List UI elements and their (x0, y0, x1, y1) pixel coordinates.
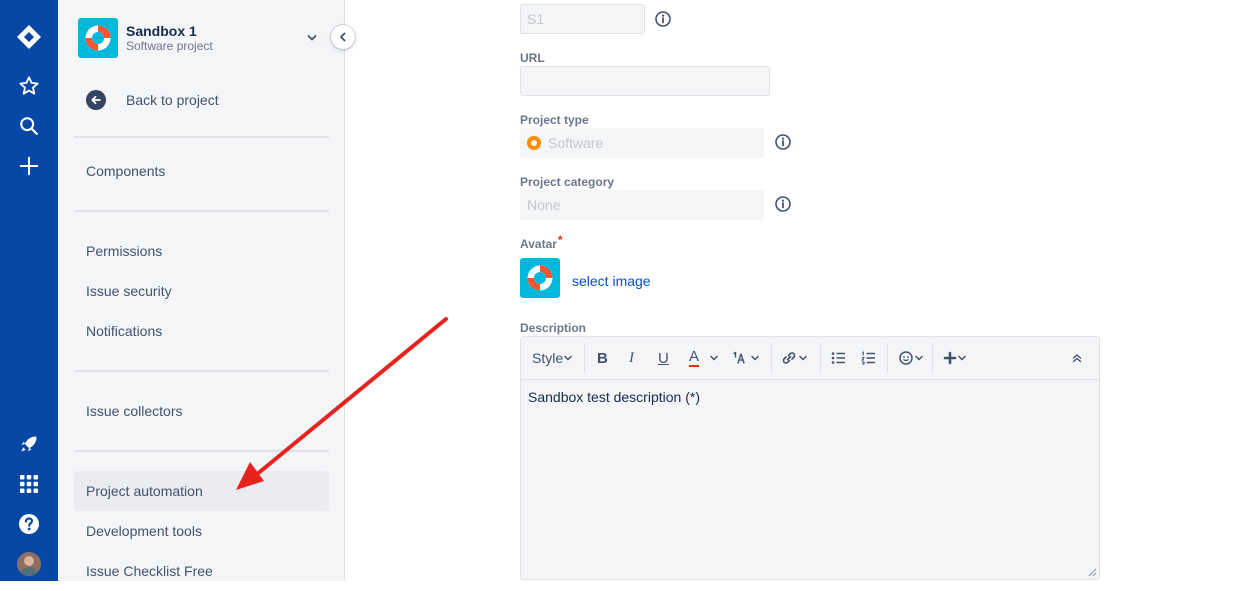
back-to-project-label: Back to project (126, 92, 219, 108)
resize-handle-icon[interactable] (1087, 567, 1097, 577)
emoji-icon (899, 351, 913, 365)
info-icon[interactable] (775, 134, 791, 150)
description-editor: Style B I U A Sandbox test description (… (520, 336, 1100, 580)
sidebar-item-label: Issue security (86, 283, 172, 299)
star-icon[interactable] (9, 66, 49, 106)
chevron-down-icon (304, 30, 320, 51)
sidebar-item-issue-security[interactable]: Issue security (74, 271, 329, 311)
project-category-select[interactable]: None (520, 190, 764, 220)
bullet-list-icon (831, 352, 845, 364)
description-label: Description (520, 321, 587, 335)
global-navigation (0, 0, 58, 581)
sidebar-item-label: Components (86, 163, 166, 179)
arrow-left-icon (86, 90, 106, 110)
url-label: URL (520, 51, 545, 65)
numbered-list-icon (861, 351, 875, 365)
app-switcher-icon[interactable] (9, 464, 49, 504)
chevron-down-icon (564, 355, 572, 361)
italic-button[interactable]: I (629, 347, 634, 369)
toolbar-divider (584, 343, 585, 373)
search-icon[interactable] (9, 106, 49, 146)
chevron-down-icon (710, 355, 718, 361)
chevron-left-icon (340, 32, 346, 42)
text-color-glyph: A (689, 348, 700, 367)
project-switcher[interactable]: Sandbox 1 Software project (78, 18, 318, 58)
avatar-image (17, 552, 41, 576)
sidebar-item-notifications[interactable]: Notifications (74, 311, 329, 351)
link-button[interactable] (780, 347, 808, 369)
sidebar-item-label: Project automation (86, 483, 203, 499)
plus-icon (943, 351, 957, 365)
chevron-double-up-icon (1072, 354, 1082, 363)
chevron-down-icon (751, 355, 759, 361)
project-type-field[interactable]: Software (520, 128, 764, 158)
project-category-label: Project category (520, 175, 615, 189)
project-type-value: Software (548, 135, 604, 151)
numbered-list-button[interactable] (861, 347, 877, 369)
toolbar-divider (887, 343, 888, 373)
description-text[interactable]: Sandbox test description (*) (528, 389, 700, 405)
back-to-project-link[interactable]: Back to project (86, 88, 219, 112)
project-type-label: Project type (520, 113, 589, 127)
project-sidebar: Sandbox 1 Software project Back to proje… (58, 0, 345, 581)
chevron-down-icon (915, 355, 923, 361)
software-project-icon (527, 136, 541, 150)
more-formatting-button[interactable] (732, 347, 760, 369)
help-icon[interactable] (9, 504, 49, 544)
info-icon[interactable] (655, 11, 671, 27)
collapse-toolbar-button[interactable] (1071, 347, 1083, 369)
rocket-icon[interactable] (9, 424, 49, 464)
text-formatting-icon (733, 351, 745, 364)
bold-button[interactable]: B (597, 347, 608, 369)
create-plus-icon[interactable] (9, 146, 49, 186)
project-category-value: None (527, 197, 561, 213)
project-key-input[interactable] (520, 4, 645, 34)
toolbar-divider (820, 343, 821, 373)
sidebar-item-label: Permissions (86, 243, 163, 259)
url-input[interactable] (520, 66, 770, 96)
sidebar-item-permissions[interactable]: Permissions (74, 231, 329, 271)
sidebar-item-issue-checklist-free[interactable]: Issue Checklist Free (74, 551, 329, 591)
avatar-label: Avatar* (520, 233, 563, 251)
chevron-down-icon (799, 355, 807, 361)
divider (74, 136, 329, 138)
sidebar-item-issue-collectors[interactable]: Issue collectors (74, 391, 329, 431)
required-indicator: * (557, 233, 563, 247)
text-style-label: Style (532, 350, 564, 366)
bullet-list-button[interactable] (831, 347, 847, 369)
jira-logo-icon[interactable] (9, 17, 49, 57)
project-name: Sandbox 1 (126, 23, 197, 39)
avatar-label-text: Avatar (520, 237, 557, 251)
divider (74, 450, 329, 452)
sidebar-item-label: Notifications (86, 323, 163, 339)
emoji-button[interactable] (898, 347, 924, 369)
text-style-dropdown[interactable]: Style (532, 347, 573, 369)
toolbar-divider (932, 343, 933, 373)
editor-toolbar: Style B I U A (521, 337, 1099, 380)
project-type: Software project (126, 39, 213, 53)
collapse-sidebar-button[interactable] (331, 25, 355, 49)
info-icon[interactable] (775, 196, 791, 212)
toolbar-divider (771, 343, 772, 373)
sidebar-item-label: Development tools (86, 523, 202, 539)
project-details-form: URL Project type Software Project catego… (345, 0, 1249, 581)
underline-button[interactable]: U (658, 347, 669, 369)
divider (74, 370, 329, 372)
sidebar-item-label: Issue collectors (86, 403, 183, 419)
select-image-link[interactable]: select image (572, 273, 651, 289)
sidebar-item-components[interactable]: Components (74, 151, 329, 191)
insert-button[interactable] (943, 347, 967, 369)
text-color-button[interactable]: A (689, 347, 719, 369)
sidebar-item-development-tools[interactable]: Development tools (74, 511, 329, 551)
user-avatar[interactable] (9, 544, 49, 584)
sidebar-item-project-automation[interactable]: Project automation (74, 471, 329, 511)
sidebar-item-label: Issue Checklist Free (86, 563, 213, 579)
divider (74, 210, 329, 212)
chevron-down-icon (958, 355, 966, 361)
project-avatar-image[interactable] (520, 258, 560, 298)
link-icon (782, 352, 796, 364)
project-avatar-icon (78, 18, 118, 58)
